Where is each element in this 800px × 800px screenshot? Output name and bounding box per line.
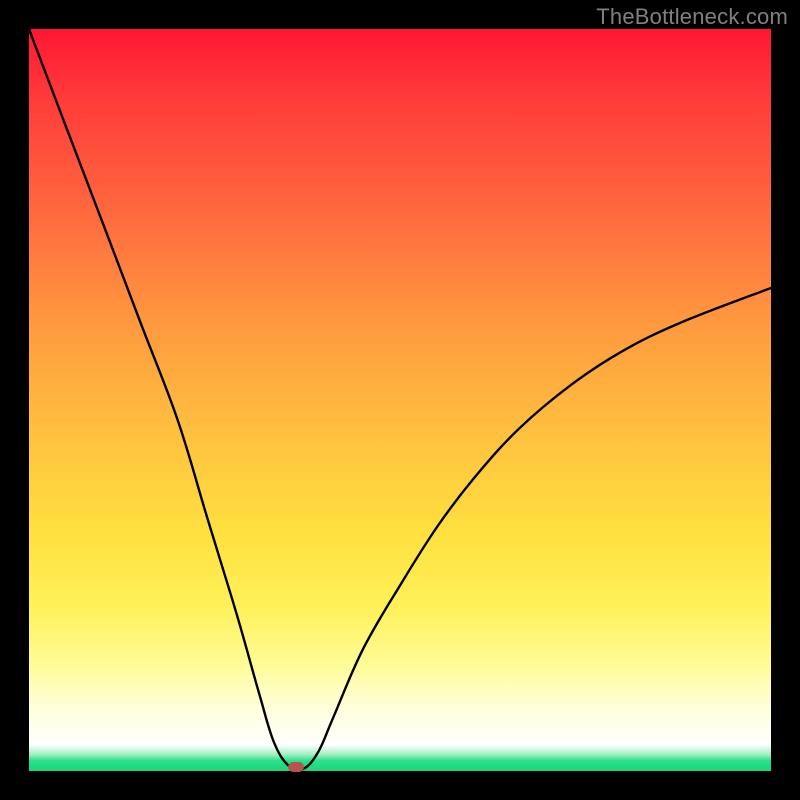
chart-plot-area xyxy=(29,29,771,771)
optimal-point-marker xyxy=(288,762,304,772)
watermark-text: TheBottleneck.com xyxy=(596,4,788,30)
curve-svg xyxy=(29,29,771,771)
bottleneck-curve xyxy=(29,29,771,770)
outer-frame: TheBottleneck.com xyxy=(0,0,800,800)
